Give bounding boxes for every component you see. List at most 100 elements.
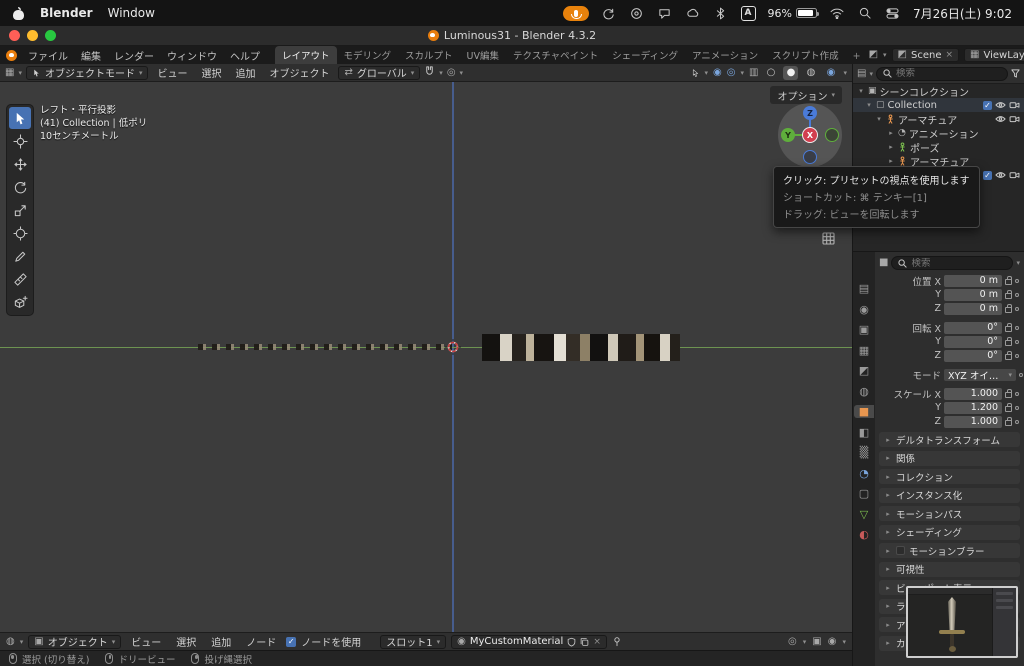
hide-eye-icon[interactable] bbox=[995, 171, 1006, 179]
tool-scale[interactable] bbox=[9, 199, 31, 221]
tab-texture-paint[interactable]: テクスチャペイント bbox=[506, 46, 605, 64]
selectability-filter-icon[interactable] bbox=[691, 68, 700, 78]
material-name-field[interactable]: ◉ MyCustomMaterial × bbox=[451, 634, 607, 649]
expand-arrow-icon[interactable]: ▸ bbox=[887, 157, 895, 165]
viewport-3d[interactable]: レフト・平行投影 (41) Collection | 低ポリ 10センチメートル… bbox=[0, 82, 852, 632]
scene-browse-icon[interactable]: ◩ bbox=[869, 50, 878, 60]
snapping-icon[interactable]: ◎ bbox=[788, 636, 797, 647]
battery-status[interactable]: 96% bbox=[768, 7, 820, 20]
shading-material-button[interactable]: ◍ bbox=[803, 66, 818, 80]
location-y-field[interactable]: 0 m bbox=[944, 288, 1002, 301]
keyframe-dot[interactable] bbox=[1015, 339, 1019, 344]
control-center-icon[interactable] bbox=[885, 5, 901, 21]
keyframe-dot[interactable] bbox=[1015, 391, 1019, 396]
section-visibility[interactable]: ▸ 可視性 bbox=[879, 561, 1020, 577]
object-checkbox[interactable]: ✓ bbox=[983, 170, 992, 180]
shading-rendered-button[interactable]: ◉ bbox=[823, 66, 838, 80]
tab-uv-editing[interactable]: UV編集 bbox=[460, 46, 506, 64]
lock-icon[interactable] bbox=[1005, 290, 1012, 300]
scale-x-field[interactable]: 1.000 bbox=[944, 387, 1002, 400]
tab-sculpting[interactable]: スカルプト bbox=[398, 46, 460, 64]
keyframe-dot[interactable] bbox=[1019, 372, 1023, 377]
scale-y-field[interactable]: 1.200 bbox=[944, 401, 1002, 414]
tab-render-icon[interactable]: ◉ bbox=[854, 303, 874, 316]
rotation-z-field[interactable]: 0° bbox=[944, 349, 1002, 362]
editor-type-icon[interactable]: ▦ bbox=[5, 67, 14, 78]
rotation-y-field[interactable]: 0° bbox=[944, 335, 1002, 348]
shader-menu-select[interactable]: 選択 bbox=[171, 634, 201, 649]
show-gizmo-icon[interactable]: ◉ bbox=[713, 67, 722, 78]
disable-render-camera-icon[interactable] bbox=[1009, 171, 1020, 179]
tool-rotate[interactable] bbox=[9, 176, 31, 198]
section-motion-blur[interactable]: ▸✓モーションブラー bbox=[879, 543, 1020, 558]
transform-orientation-dropdown[interactable]: ⇄ グローバル ▾ bbox=[338, 65, 421, 80]
tab-object-data-icon[interactable]: ▽ bbox=[854, 508, 874, 521]
location-x-field[interactable]: 0 m bbox=[944, 274, 1002, 287]
lock-icon[interactable] bbox=[1005, 417, 1012, 427]
menu-file[interactable]: ファイル bbox=[22, 47, 74, 64]
tab-object-icon[interactable]: ■ bbox=[854, 405, 874, 418]
zoom-window-button[interactable] bbox=[45, 30, 56, 41]
close-window-button[interactable] bbox=[9, 30, 20, 41]
apple-menu-icon[interactable] bbox=[12, 6, 25, 20]
outliner-search[interactable] bbox=[875, 66, 1008, 81]
tool-add-cube[interactable] bbox=[9, 291, 31, 313]
keyframe-dot[interactable] bbox=[1015, 419, 1019, 424]
scene-selector[interactable]: ◩ Scene × bbox=[891, 48, 960, 62]
blender-menu-icon[interactable] bbox=[6, 49, 17, 61]
use-nodes-checkbox[interactable]: ✓ bbox=[286, 636, 297, 647]
add-workspace-button[interactable]: + bbox=[846, 49, 868, 65]
node-options-icon[interactable]: ◉ bbox=[828, 636, 837, 647]
outliner-row-pose[interactable]: ▸ ポーズ bbox=[853, 140, 1024, 155]
section-delta-transform[interactable]: ▸ デルタトランスフォーム bbox=[879, 432, 1020, 447]
properties-search-input[interactable] bbox=[911, 257, 1007, 269]
tab-material-icon[interactable]: ◐ bbox=[854, 528, 874, 541]
menu-help[interactable]: ヘルプ bbox=[224, 47, 266, 64]
tab-scene-icon[interactable]: ◩ bbox=[854, 364, 874, 377]
bluetooth-icon[interactable] bbox=[713, 5, 729, 21]
menubar-clock[interactable]: 7月26日(土) 9:02 bbox=[913, 5, 1012, 22]
viewlayer-selector[interactable]: ▦ ViewLayer bbox=[964, 48, 1024, 62]
menu-window[interactable]: ウィンドウ bbox=[161, 47, 223, 64]
disable-render-camera-icon[interactable] bbox=[1009, 101, 1020, 109]
menu-render[interactable]: レンダー bbox=[108, 47, 160, 64]
collection-checkbox[interactable]: ✓ bbox=[983, 100, 992, 110]
gizmo-axis-x[interactable]: X bbox=[802, 127, 818, 143]
tool-cursor[interactable] bbox=[9, 130, 31, 152]
tab-constraints-icon[interactable]: ▢ bbox=[854, 487, 874, 500]
duplicate-material-icon[interactable] bbox=[580, 637, 589, 647]
mode-dropdown[interactable]: オブジェクトモード ▾ bbox=[25, 65, 149, 80]
outliner-row-animation[interactable]: ▸ ◔ アニメーション bbox=[853, 126, 1024, 141]
navigation-gizmo[interactable]: Z Y X bbox=[778, 103, 842, 167]
mic-in-use-indicator[interactable] bbox=[562, 5, 589, 21]
tab-modifiers-icon[interactable]: ◧ bbox=[854, 426, 874, 439]
overlay-toggle-icon[interactable]: ▣ bbox=[812, 636, 821, 647]
chat-status-icon[interactable] bbox=[657, 5, 673, 21]
expand-arrow-icon[interactable]: ▾ bbox=[857, 87, 865, 95]
expand-arrow-icon[interactable]: ▾ bbox=[865, 101, 873, 109]
shader-menu-view[interactable]: ビュー bbox=[126, 634, 166, 649]
expand-arrow-icon[interactable]: ▾ bbox=[875, 115, 883, 123]
spotlight-search-icon[interactable] bbox=[857, 5, 873, 21]
section-shading[interactable]: ▸ シェーディング bbox=[879, 524, 1020, 540]
unlink-material-icon[interactable]: × bbox=[593, 637, 601, 647]
tab-layout[interactable]: レイアウト bbox=[275, 46, 337, 64]
toggle-orthographic-icon[interactable] bbox=[820, 230, 836, 246]
app-menu[interactable]: Blender bbox=[40, 6, 93, 20]
keyframe-dot[interactable] bbox=[1015, 405, 1019, 410]
gizmo-axis-y-positive[interactable]: Y bbox=[781, 128, 795, 142]
viewport-menu-add[interactable]: 追加 bbox=[230, 65, 260, 80]
proportional-editing-icon[interactable]: ◎ bbox=[447, 67, 456, 78]
lock-icon[interactable] bbox=[1005, 276, 1012, 286]
scale-z-field[interactable]: 1.000 bbox=[944, 415, 1002, 428]
lock-icon[interactable] bbox=[1005, 403, 1012, 413]
shading-wireframe-button[interactable]: ○ bbox=[763, 66, 778, 80]
tool-move[interactable] bbox=[9, 153, 31, 175]
tab-tool-icon[interactable]: ▤ bbox=[854, 282, 874, 295]
section-motion-paths[interactable]: ▸ モーションパス bbox=[879, 506, 1020, 521]
snap-toggle[interactable] bbox=[424, 65, 435, 80]
lock-icon[interactable] bbox=[1005, 304, 1012, 314]
window-menu[interactable]: Window bbox=[108, 6, 155, 20]
unlink-scene-icon[interactable]: × bbox=[946, 50, 954, 60]
toggle-xray-icon[interactable]: ▥ bbox=[749, 67, 758, 78]
